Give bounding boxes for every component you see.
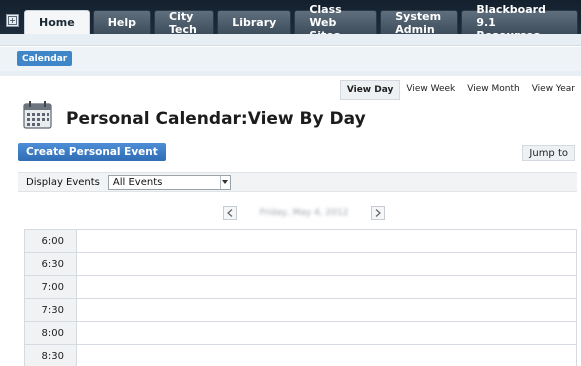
display-events-select[interactable]: All Events <box>107 174 231 190</box>
date-navigation: Friday, May 4, 2012 <box>223 206 385 220</box>
display-events-filter: Display Events All Events <box>18 172 577 192</box>
jump-to-button[interactable]: Jump to <box>522 145 575 161</box>
view-week-tab[interactable]: View Week <box>400 80 461 100</box>
time-slot[interactable] <box>77 345 576 366</box>
tab-system-admin[interactable]: System Admin <box>380 10 459 36</box>
display-events-label: Display Events <box>26 176 100 188</box>
time-slot[interactable] <box>77 276 576 298</box>
chevron-right-icon[interactable] <box>371 206 385 220</box>
view-year-tab[interactable]: View Year <box>526 80 581 100</box>
display-events-selected: All Events <box>112 176 163 188</box>
time-label: 7:30 <box>25 299 77 321</box>
view-day-tab[interactable]: View Day <box>339 80 401 100</box>
time-label: 8:30 <box>25 345 77 366</box>
time-slot[interactable] <box>77 230 576 252</box>
time-slot[interactable] <box>77 253 576 275</box>
page-header: Personal Calendar:View By Day <box>22 100 366 130</box>
tab-library[interactable]: Library <box>217 10 292 34</box>
time-label: 6:00 <box>25 230 77 252</box>
tab-home[interactable]: Home <box>24 10 90 34</box>
top-navigation-bar: Home Help City Tech Library Class Web Si… <box>0 0 581 42</box>
sub-band <box>0 34 581 46</box>
time-row: 7:30 <box>25 299 576 322</box>
expand-collapse-icon[interactable] <box>6 14 19 27</box>
time-row: 7:00 <box>25 276 576 299</box>
calendar-icon <box>23 101 52 129</box>
time-slot[interactable] <box>77 299 576 321</box>
chevron-left-icon[interactable] <box>223 206 237 220</box>
tab-city-tech[interactable]: City Tech <box>154 10 215 36</box>
time-label: 7:00 <box>25 276 77 298</box>
breadcrumb-calendar[interactable]: Calendar <box>17 51 73 66</box>
time-label: 6:30 <box>25 253 77 275</box>
time-row: 8:00 <box>25 322 576 345</box>
time-row: 8:30 <box>25 345 576 366</box>
current-date: Friday, May 4, 2012 <box>259 208 349 218</box>
time-slot[interactable] <box>77 322 576 344</box>
tab-blackboard-resources[interactable]: Blackboard 9.1 Resources <box>461 3 578 42</box>
view-tabs: View Day View Week View Month View Year <box>339 80 581 100</box>
time-row: 6:30 <box>25 253 576 276</box>
tab-strip: Home Help City Tech Library Class Web Si… <box>24 3 581 42</box>
tab-help[interactable]: Help <box>92 10 151 34</box>
dropdown-arrow-icon <box>219 175 230 189</box>
page-title: Personal Calendar:View By Day <box>66 109 366 129</box>
tab-class-web-sites[interactable]: Class Web Sites <box>294 3 378 42</box>
time-row: 6:00 <box>25 230 576 253</box>
view-month-tab[interactable]: View Month <box>461 80 525 100</box>
content-panel: View Day View Week View Month View Year … <box>14 76 581 366</box>
time-label: 8:00 <box>25 322 77 344</box>
breadcrumb-bar: Calendar <box>0 47 581 71</box>
day-schedule-grid: 6:00 6:30 7:00 7:30 8:00 8:30 <box>24 229 577 366</box>
create-personal-event-button[interactable]: Create Personal Event <box>18 143 166 161</box>
